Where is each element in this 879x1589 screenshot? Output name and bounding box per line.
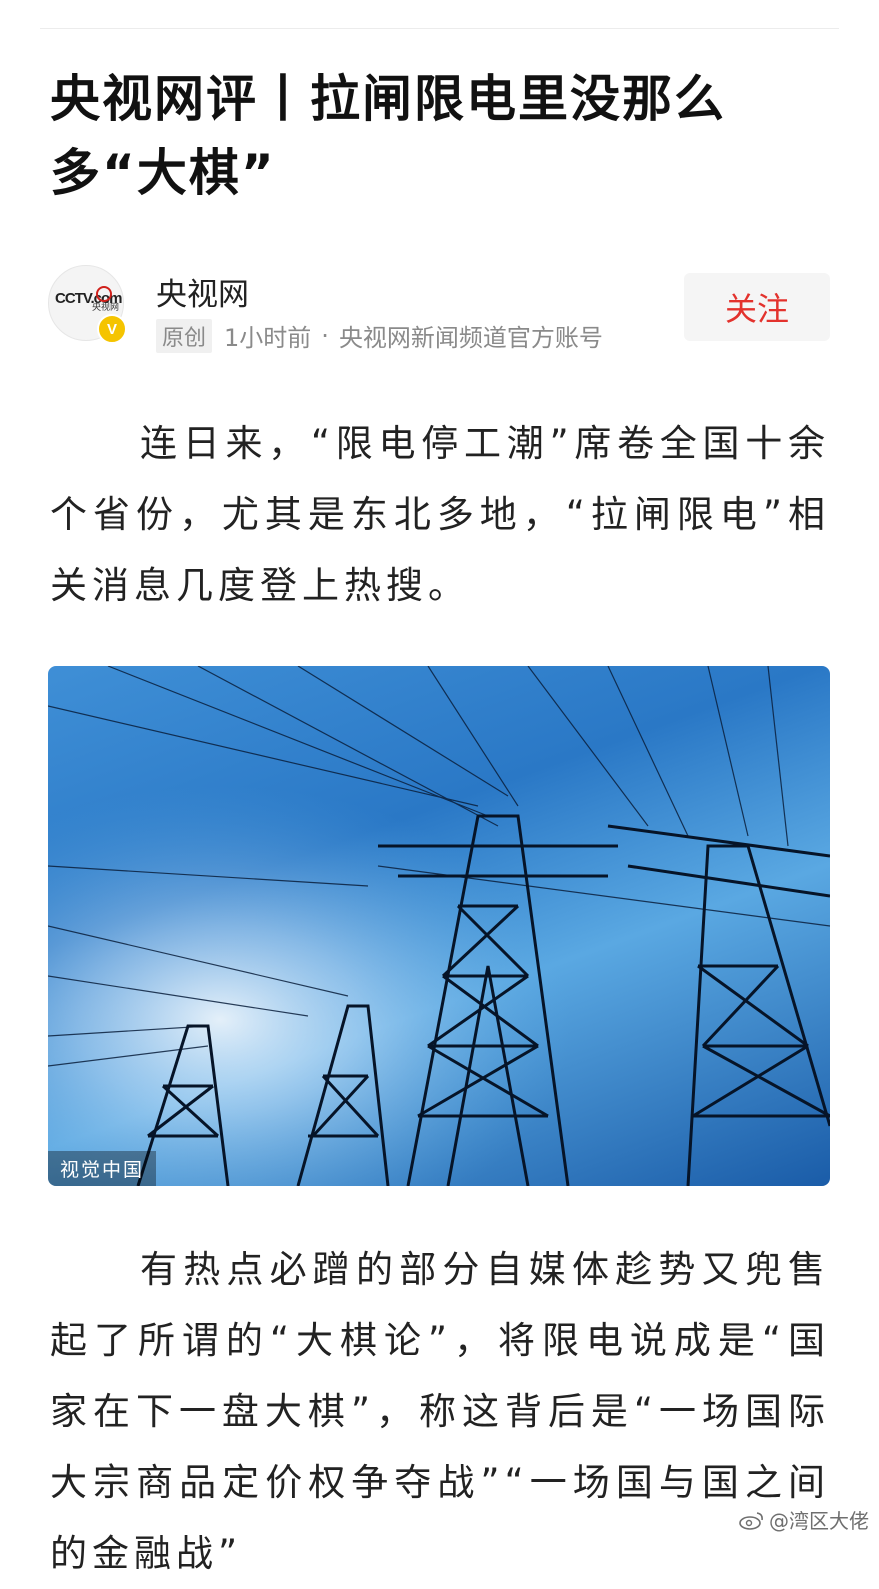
account-description: 央视网新闻频道官方账号 [338, 324, 603, 352]
watermark: @湾区大佬 [739, 1505, 869, 1534]
verified-badge-icon: V [97, 314, 127, 344]
follow-button[interactable]: 关注 [684, 273, 830, 341]
meta-separator: · [321, 321, 329, 350]
article-photo[interactable]: 视觉中国 [48, 666, 830, 1186]
paragraph-body: 有热点必蹭的部分自媒体趁势又兜售起了所谓的“大棋论”，将限电说成是“国家在下一盘… [50, 1248, 830, 1575]
original-tag: 原创 [156, 318, 213, 353]
watermark-text: @湾区大佬 [769, 1509, 869, 1533]
author-bar: CCTV.com 央视网 V 央视网 原创 1小时前 · 央视网新闻频道官方账号… [48, 265, 830, 355]
author-meta: 原创 1小时前 · 央视网新闻频道官方账号 [156, 318, 603, 353]
article-title: 央视网评丨拉闸限电里没那么多“大棋” [50, 70, 726, 202]
avatar-logo-sub: 央视网 [92, 302, 120, 312]
weibo-icon [739, 1511, 763, 1530]
author-name[interactable]: 央视网 [156, 269, 249, 314]
paragraph-intro: 连日来，“限电停工潮”席卷全国十余个省份，尤其是东北多地，“拉闸限电”相关消息几… [50, 422, 830, 607]
publish-time: 1小时前 [224, 324, 312, 352]
avatar[interactable]: CCTV.com 央视网 V [48, 265, 127, 344]
photo-credit: 视觉中国 [48, 1151, 157, 1186]
power-tower-photo-icon [48, 666, 830, 1186]
top-divider [40, 28, 839, 29]
